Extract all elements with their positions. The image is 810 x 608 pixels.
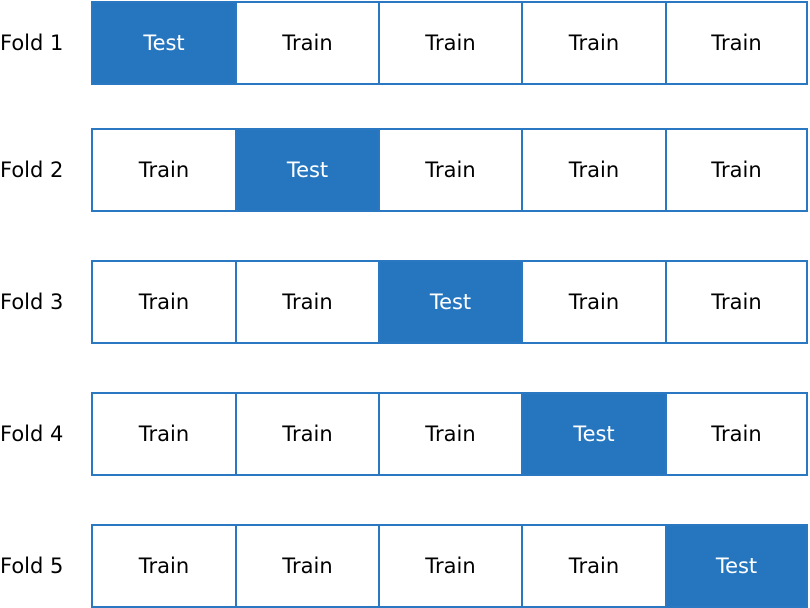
fold-cell-train: Train: [665, 128, 808, 212]
fold-cell-train: Train: [378, 392, 523, 476]
fold-cell-test: Test: [665, 524, 808, 608]
fold-cell-train: Train: [521, 524, 667, 608]
fold-cells: Train Train Train Test Train: [91, 392, 808, 476]
fold-cell-test: Test: [235, 128, 380, 212]
fold-cell-train: Train: [235, 1, 380, 85]
fold-label: Fold 3: [0, 290, 64, 314]
fold-cell-train: Train: [91, 392, 237, 476]
fold-cells: Train Train Test Train Train: [91, 260, 808, 344]
fold-cell-train: Train: [665, 392, 808, 476]
fold-cell-train: Train: [378, 1, 523, 85]
fold-cell-train: Train: [521, 1, 667, 85]
fold-row-1: Fold 1 Test Train Train Train Train: [0, 1, 810, 85]
fold-cells: Train Test Train Train Train: [91, 128, 808, 212]
fold-cell-train: Train: [521, 128, 667, 212]
fold-cell-train: Train: [235, 524, 380, 608]
fold-cells: Test Train Train Train Train: [91, 1, 808, 85]
fold-cell-train: Train: [665, 1, 808, 85]
fold-cell-train: Train: [521, 260, 667, 344]
fold-label: Fold 1: [0, 31, 64, 55]
fold-label: Fold 5: [0, 554, 64, 578]
fold-label: Fold 4: [0, 422, 64, 446]
fold-cell-train: Train: [91, 128, 237, 212]
fold-cell-test: Test: [521, 392, 667, 476]
fold-cell-test: Test: [91, 1, 237, 85]
fold-cell-train: Train: [665, 260, 808, 344]
fold-row-2: Fold 2 Train Test Train Train Train: [0, 128, 810, 212]
fold-label: Fold 2: [0, 158, 64, 182]
fold-cell-train: Train: [235, 260, 380, 344]
fold-cell-train: Train: [91, 260, 237, 344]
fold-row-4: Fold 4 Train Train Train Test Train: [0, 392, 810, 476]
fold-cell-train: Train: [235, 392, 380, 476]
fold-row-5: Fold 5 Train Train Train Train Test: [0, 524, 810, 608]
fold-row-3: Fold 3 Train Train Test Train Train: [0, 260, 810, 344]
fold-cells: Train Train Train Train Test: [91, 524, 808, 608]
fold-cell-train: Train: [91, 524, 237, 608]
fold-cell-train: Train: [378, 128, 523, 212]
fold-cell-train: Train: [378, 524, 523, 608]
fold-cell-test: Test: [378, 260, 523, 344]
